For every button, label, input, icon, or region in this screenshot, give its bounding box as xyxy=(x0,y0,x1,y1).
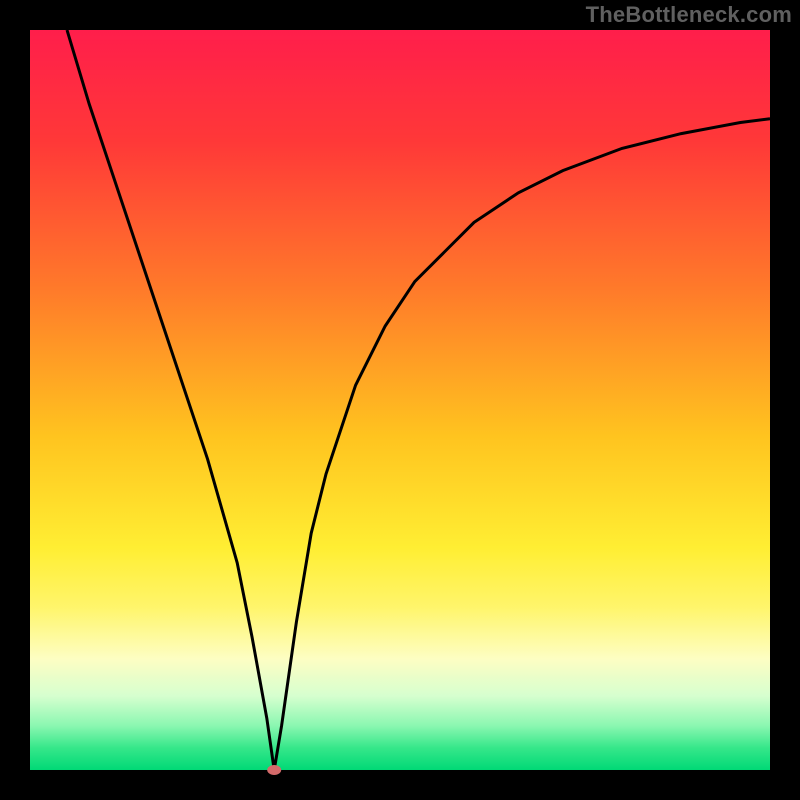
watermark-text: TheBottleneck.com xyxy=(586,2,792,28)
plot-background xyxy=(30,30,770,770)
bottleneck-chart xyxy=(0,0,800,800)
chart-frame: TheBottleneck.com xyxy=(0,0,800,800)
minimum-marker xyxy=(267,765,281,775)
